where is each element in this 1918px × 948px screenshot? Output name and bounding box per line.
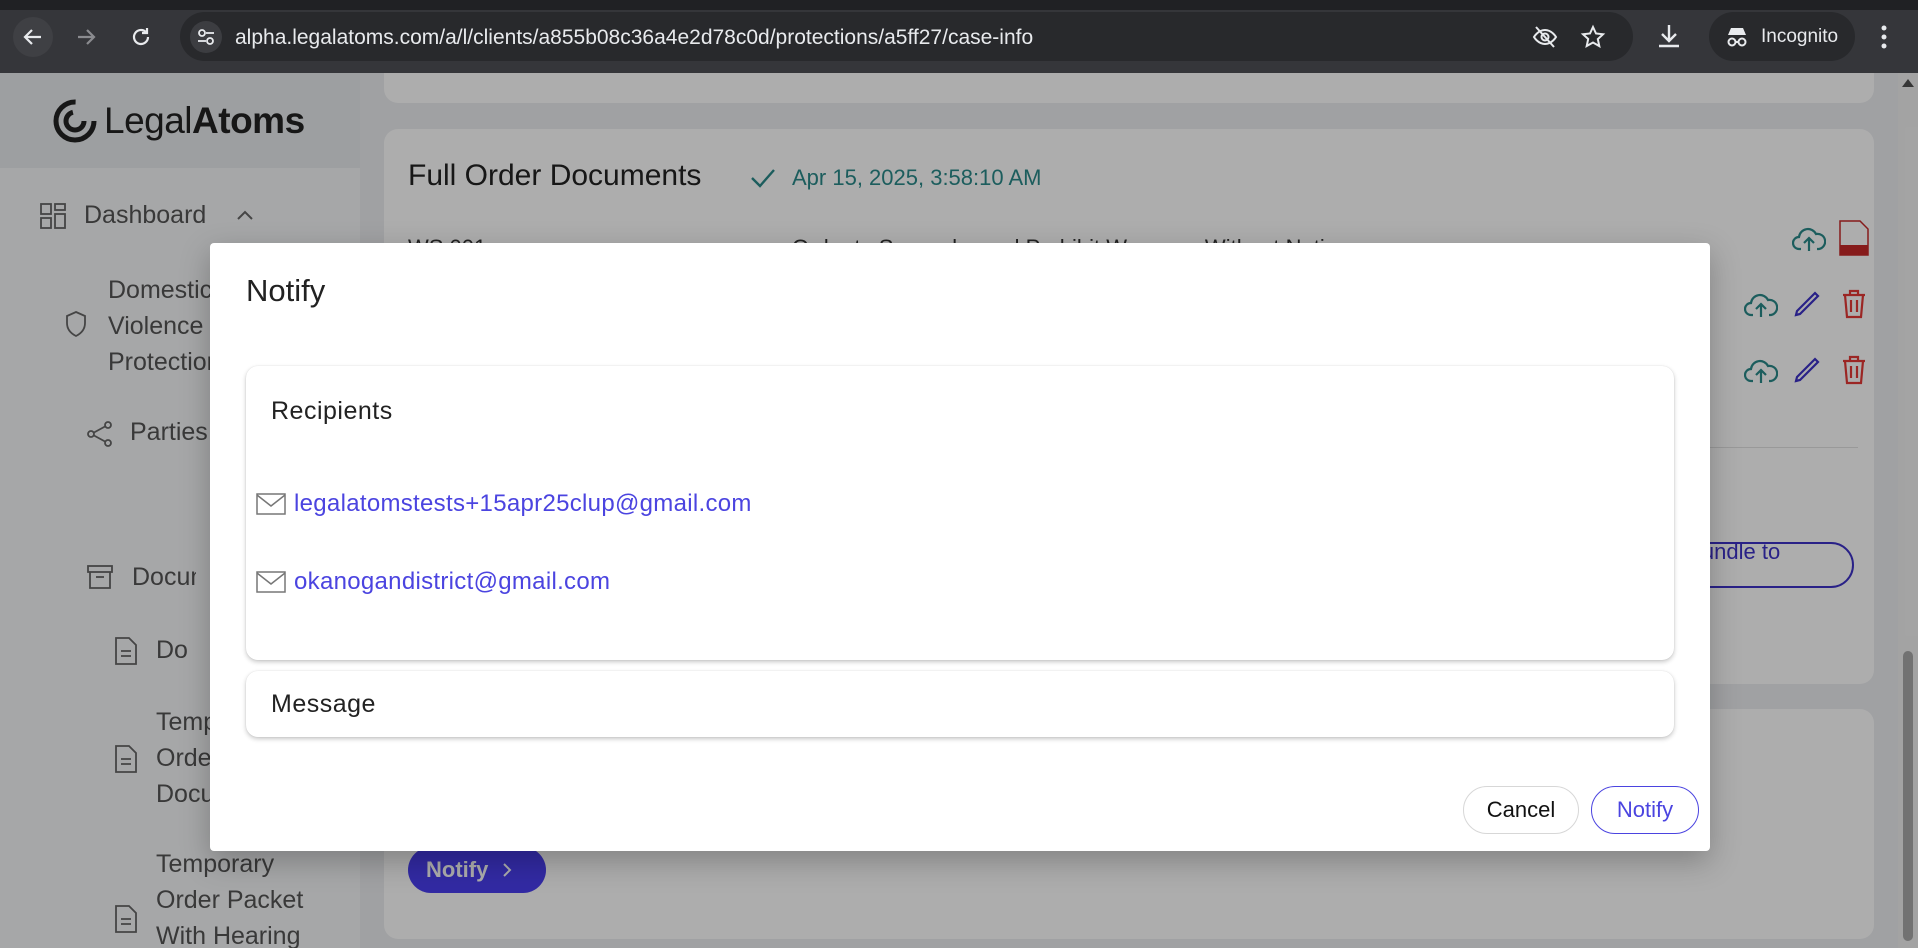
mail-icon xyxy=(256,493,286,515)
message-panel[interactable]: Message xyxy=(246,671,1674,737)
reload-button[interactable] xyxy=(121,17,161,57)
arrow-right-icon xyxy=(78,29,96,45)
recipient-email[interactable]: okanogandistrict@gmail.com xyxy=(294,568,610,596)
address-bar[interactable]: alpha.legalatoms.com/a/l/clients/a855b08… xyxy=(180,12,1633,61)
url-text[interactable]: alpha.legalatoms.com/a/l/clients/a855b08… xyxy=(235,26,1033,50)
tune-icon xyxy=(198,29,214,45)
notify-button[interactable]: Notify xyxy=(1591,786,1699,834)
download-icon[interactable] xyxy=(1655,22,1683,50)
forward-button[interactable] xyxy=(66,17,106,57)
incognito-indicator[interactable]: Incognito xyxy=(1709,12,1855,61)
incognito-label: Incognito xyxy=(1761,25,1839,47)
mail-icon xyxy=(256,571,286,593)
incognito-icon xyxy=(1727,27,1747,46)
star-icon[interactable] xyxy=(1580,24,1606,50)
message-label: Message xyxy=(271,690,376,718)
recipient-email[interactable]: legalatomstests+15apr25clup@gmail.com xyxy=(294,490,752,518)
dialog-title: Notify xyxy=(246,273,326,308)
more-vert-icon[interactable] xyxy=(1880,24,1888,50)
eye-off-icon[interactable] xyxy=(1532,24,1558,50)
page: LegalAtoms Dashboard Domestic Violence P… xyxy=(0,73,1918,948)
recipient-item[interactable]: legalatomstests+15apr25clup@gmail.com xyxy=(256,490,752,518)
recipient-item[interactable]: okanogandistrict@gmail.com xyxy=(256,568,610,596)
notify-dialog: Notify Recipients legalatomstests+15apr2… xyxy=(210,243,1710,851)
arrow-left-icon xyxy=(23,29,41,45)
tab-strip xyxy=(0,0,1918,10)
site-info-button[interactable] xyxy=(190,21,222,53)
cancel-button[interactable]: Cancel xyxy=(1463,786,1579,834)
recipients-panel: Recipients legalatomstests+15apr25clup@g… xyxy=(246,366,1674,660)
recipients-label: Recipients xyxy=(271,397,393,425)
browser-toolbar: alpha.legalatoms.com/a/l/clients/a855b08… xyxy=(0,0,1918,73)
back-button[interactable] xyxy=(13,17,53,57)
reload-icon xyxy=(132,28,150,46)
